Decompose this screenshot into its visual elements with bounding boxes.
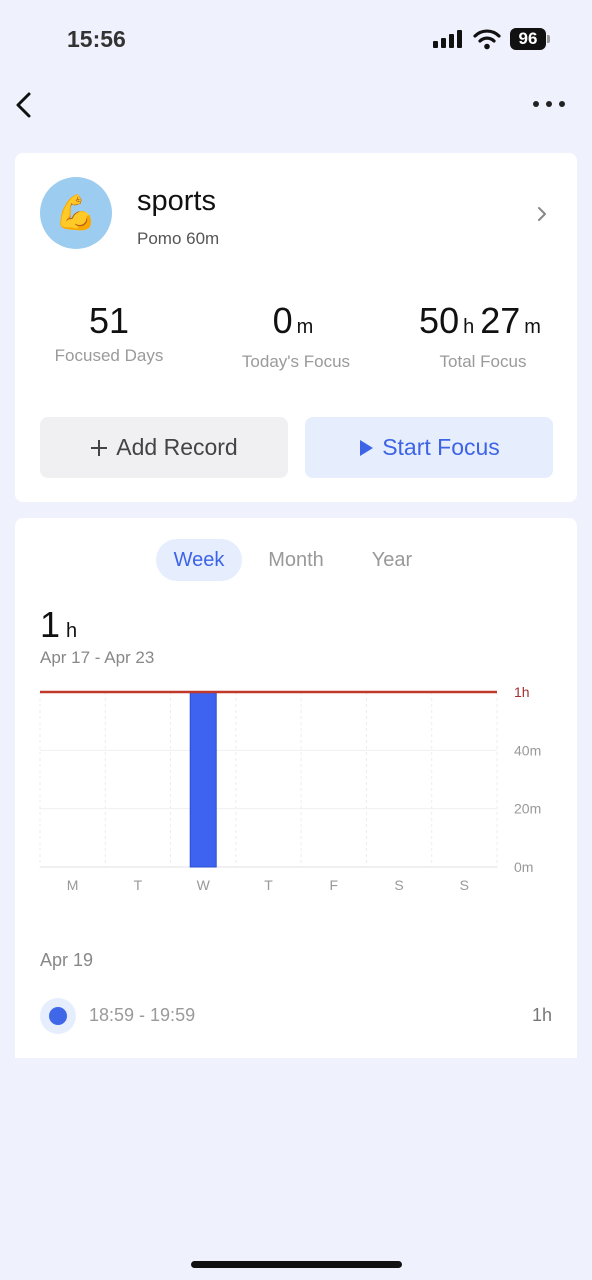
x-tick-label: W bbox=[197, 877, 211, 893]
period-range: Apr 17 - Apr 23 bbox=[40, 648, 155, 667]
y-tick-label: 1h bbox=[514, 684, 530, 700]
task-avatar: 💪 bbox=[40, 177, 112, 249]
x-tick-label: M bbox=[67, 877, 79, 893]
chevron-right-icon[interactable] bbox=[535, 203, 549, 225]
stat-value: 51 bbox=[88, 300, 130, 341]
play-icon bbox=[360, 439, 374, 456]
stat-value: 50 bbox=[419, 300, 460, 341]
battery-level: 96 bbox=[510, 28, 546, 50]
stat-unit: m bbox=[524, 316, 541, 338]
y-tick-label: 20m bbox=[514, 801, 541, 817]
start-focus-button[interactable]: Start Focus bbox=[305, 417, 553, 478]
stat-unit: m bbox=[296, 316, 314, 338]
flexed-biceps-icon: 💪 bbox=[54, 194, 98, 232]
stat-label: Focused Days bbox=[54, 346, 164, 365]
tomato-icon bbox=[40, 998, 76, 1034]
x-tick-label: F bbox=[330, 877, 339, 893]
status-time: 15:56 bbox=[67, 26, 126, 52]
home-indicator bbox=[191, 1261, 402, 1268]
stat-unit: h bbox=[463, 316, 475, 338]
x-tick-label: S bbox=[460, 877, 469, 893]
x-tick-label: S bbox=[394, 877, 403, 893]
add-record-label: Add Record bbox=[116, 434, 238, 460]
stat-label: Today's Focus bbox=[241, 352, 351, 371]
y-tick-label: 40m bbox=[514, 742, 541, 758]
back-icon[interactable] bbox=[10, 86, 40, 122]
tab-year[interactable]: Year bbox=[352, 539, 432, 581]
record-date-header: Apr 19 bbox=[40, 950, 94, 970]
stat-focused-days: 51 Focused Days bbox=[16, 298, 202, 366]
weekly-focus-chart: 0m 20m 40m 1h M T W T F S S bbox=[39, 684, 541, 893]
record-duration: 1h bbox=[531, 1005, 552, 1025]
x-tick-label: T bbox=[134, 877, 143, 893]
record-time: 18:59 - 19:59 bbox=[89, 1005, 196, 1025]
stat-value: 0 bbox=[272, 300, 293, 341]
add-record-button[interactable]: Add Record bbox=[40, 417, 288, 478]
period-total-unit: h bbox=[66, 620, 78, 642]
plus-icon bbox=[91, 439, 108, 456]
start-focus-label: Start Focus bbox=[382, 434, 500, 460]
cellular-signal-icon bbox=[433, 30, 463, 48]
stat-value: 27 bbox=[480, 300, 521, 341]
stat-label: Total Focus bbox=[439, 352, 527, 371]
status-bar: 15:56 96 bbox=[0, 0, 592, 80]
statistics-card: Week Month Year 1h Apr 17 - Apr 23 0m 20m… bbox=[15, 518, 577, 1058]
tab-month[interactable]: Month bbox=[254, 539, 338, 581]
period-total: 1h bbox=[40, 604, 77, 646]
wifi-icon bbox=[473, 29, 501, 50]
task-title[interactable]: sports bbox=[137, 185, 216, 218]
task-subtitle: Pomo 60m bbox=[137, 229, 220, 248]
more-options-icon[interactable] bbox=[530, 94, 568, 114]
bar-2 bbox=[189, 691, 217, 868]
stat-todays-focus: 0m Today's Focus bbox=[203, 298, 389, 372]
y-tick-label: 0m bbox=[514, 859, 533, 875]
tab-week[interactable]: Week bbox=[156, 539, 242, 581]
period-total-value: 1 bbox=[40, 604, 61, 645]
nav-bar bbox=[0, 80, 592, 130]
x-tick-label: T bbox=[264, 877, 273, 893]
task-card: 💪 sports Pomo 60m 51 Focused Days 0m Tod… bbox=[15, 153, 577, 502]
battery-icon: 96 bbox=[510, 28, 550, 50]
focus-record-row[interactable]: 18:59 - 19:59 1h bbox=[40, 996, 552, 1036]
stat-total-focus: 50 h 27 m Total Focus bbox=[390, 298, 576, 372]
